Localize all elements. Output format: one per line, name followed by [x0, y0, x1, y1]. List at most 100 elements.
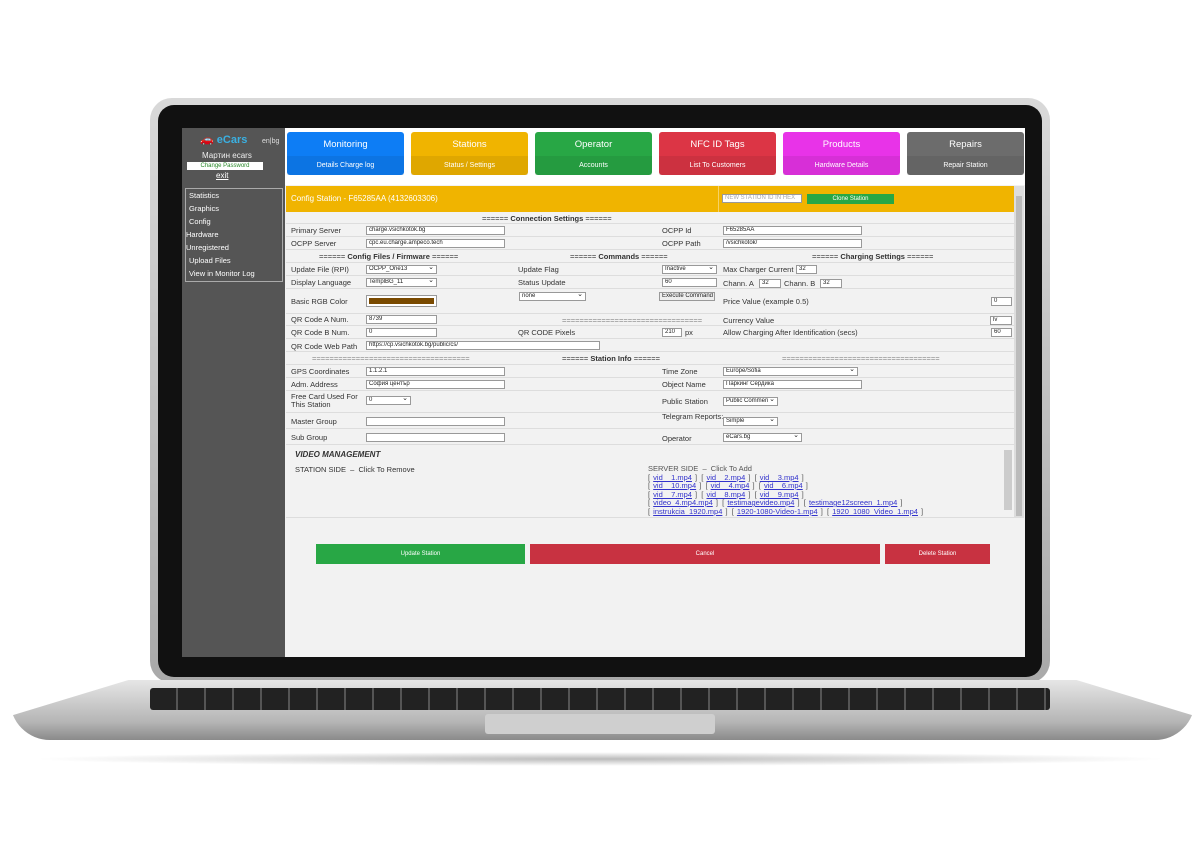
station-side-label: STATION SIDE – Click To Remove	[295, 465, 415, 474]
row-divider	[286, 364, 1014, 365]
public-select[interactable]: Public Commen	[723, 397, 778, 406]
currency-input[interactable]: lv	[990, 316, 1012, 325]
chann-a-label: Chann. A	[723, 279, 754, 288]
rgb-color-picker[interactable]	[366, 295, 437, 307]
ocpp-path-input[interactable]: /vsichkotok/	[723, 239, 862, 248]
update-station-button[interactable]: Update Station	[316, 544, 525, 564]
video-file-link[interactable]: vid__4.mp4	[711, 481, 750, 490]
clone-station-button[interactable]: Clone Station	[807, 194, 894, 204]
qr-a-input[interactable]: 8739	[366, 315, 437, 324]
video-file-link[interactable]: instrukcia_1920.mp4	[653, 507, 722, 516]
operator-label: Operator	[662, 434, 692, 443]
update-file-label: Update File (RPI)	[291, 265, 349, 274]
qr-b-input[interactable]: 0	[366, 328, 437, 337]
row-divider	[286, 275, 1014, 276]
row-divider	[286, 444, 1014, 445]
tab-nfc-id-tags[interactable]: NFC ID Tags List To Customers	[659, 132, 776, 175]
tab-subtitle: List To Customers	[659, 156, 776, 175]
cancel-button[interactable]: Cancel	[530, 544, 880, 564]
row-divider	[286, 313, 1014, 314]
user-name: Мартин ecars	[202, 151, 252, 160]
row-divider	[286, 288, 1014, 289]
section-heading: Connection Settings	[510, 214, 584, 223]
qr-a-label: QR Code A Num.	[291, 315, 349, 324]
max-current-input[interactable]: 32	[796, 265, 817, 274]
sidebar-item-monitor-log[interactable]: View in Monitor Log	[186, 267, 282, 280]
free-card-select[interactable]: 0	[366, 396, 411, 405]
sidebar-item-unregistered[interactable]: Unregistered	[186, 241, 282, 254]
scrollbar[interactable]	[1014, 186, 1024, 518]
sub-input[interactable]	[366, 433, 505, 442]
sidebar-item-upload-files[interactable]: Upload Files	[186, 254, 282, 267]
section-heading: ====== Station Info ======	[562, 354, 660, 363]
sidebar-item-hardware[interactable]: Hardware	[186, 228, 282, 241]
video-file-link[interactable]: vid__6.mp4	[764, 481, 803, 490]
language-switch[interactable]: en|bg	[262, 138, 279, 145]
delete-station-button[interactable]: Delete Station	[885, 544, 990, 564]
qr-pixels-input[interactable]: 210	[662, 328, 682, 337]
row-divider	[286, 249, 1014, 250]
chann-b-input[interactable]: 32	[820, 279, 842, 288]
max-current-label: Max Charger Current	[723, 265, 794, 274]
tab-subtitle: Accounts	[535, 156, 652, 175]
status-update-input[interactable]: 60	[662, 278, 717, 287]
allow-label: Allow Charging After Identification (sec…	[723, 328, 858, 337]
video-file-link[interactable]: testimage12screen_1.mp4	[809, 498, 897, 507]
tab-products[interactable]: Products Hardware Details	[783, 132, 900, 175]
change-password-button[interactable]: Change Password	[187, 162, 263, 170]
tab-subtitle: Repair Station	[907, 156, 1024, 175]
sub-label: Sub Group	[291, 433, 328, 442]
allow-input[interactable]: 60	[991, 328, 1012, 337]
update-flag-select[interactable]: Inactive	[662, 265, 717, 274]
video-file-link[interactable]: 1920-1080-Video-1.mp4	[737, 507, 818, 516]
tz-label: Time Zone	[662, 367, 698, 376]
section-heading: Config Files / Firmware	[347, 252, 430, 261]
logo-text: eCars	[216, 134, 248, 146]
tz-select[interactable]: Europe/Sofia	[723, 367, 858, 376]
display-language-select[interactable]: TemplBG_11	[366, 278, 437, 287]
section-heading: ====== Charging Settings ======	[812, 252, 934, 261]
gps-input[interactable]: 1.1.2.1	[366, 367, 505, 376]
operator-select[interactable]: eCars.bg	[723, 433, 802, 442]
tab-title: Operator	[574, 139, 613, 150]
tab-stations[interactable]: Stations Status / Settings	[411, 132, 528, 175]
display-language-label: Display Language	[291, 278, 352, 287]
execute-command-button[interactable]: Execute Command	[659, 292, 715, 301]
px: px	[685, 328, 693, 337]
video-file-link[interactable]: vid__10.mp4	[653, 481, 696, 490]
logo: 🚗 eCars	[200, 133, 247, 146]
address-input[interactable]: София център	[366, 380, 505, 389]
chann-a-input[interactable]: 32	[759, 279, 781, 288]
tab-repairs[interactable]: Repairs Repair Station	[907, 132, 1024, 175]
video-heading: VIDEO MANAGEMENT	[295, 450, 381, 459]
screen: 🚗 eCars en|bg Мартин ecars Change Passwo…	[182, 128, 1025, 657]
exit-link[interactable]: exit	[216, 171, 228, 180]
tab-monitoring[interactable]: Monitoring Details Charge log	[287, 132, 404, 175]
row-divider	[286, 428, 1014, 429]
sidebar-item-config[interactable]: Config	[186, 215, 282, 228]
tab-title: Products	[822, 139, 861, 150]
telegram-select[interactable]: Simple	[723, 417, 778, 426]
update-flag-label: Update Flag	[518, 265, 559, 274]
object-input[interactable]: Паркинг Сердика	[723, 380, 862, 389]
ocpp-path-label: OCPP Path	[662, 239, 701, 248]
tab-title: NFC ID Tags	[690, 139, 745, 150]
video-scrollbar[interactable]	[1004, 450, 1012, 510]
master-input[interactable]	[366, 417, 505, 426]
primary-server-input[interactable]: charge.vsichkotok.bg	[366, 226, 505, 235]
price-input[interactable]: 0	[991, 297, 1012, 306]
rgb-swatch	[369, 298, 434, 304]
sidebar-item-graphics[interactable]: Graphics	[186, 202, 282, 215]
sidebar-item-statistics[interactable]: Statistics	[186, 189, 282, 202]
ocpp-id-input[interactable]: F65285AA	[723, 226, 862, 235]
video-file-link[interactable]: video_4.mp4.mp4	[653, 498, 713, 507]
video-file-link[interactable]: 1920_1080_Video_1.mp4	[832, 507, 918, 516]
new-station-id-input[interactable]: NEW STATION ID IN HEX	[722, 194, 802, 203]
video-file-link[interactable]: testimagevideo.mp4	[727, 498, 794, 507]
tab-title: Stations	[452, 139, 487, 150]
tab-operator[interactable]: Operator Accounts	[535, 132, 652, 175]
ocpp-server-input[interactable]: cpc.eu.charge.ampeco.tech	[366, 239, 505, 248]
update-file-select[interactable]: OCPP_One13	[366, 265, 437, 274]
qr-path-input[interactable]: https://cp.vsichkotok.bg/public/cs/	[366, 341, 600, 350]
command-select[interactable]: none	[519, 292, 586, 301]
